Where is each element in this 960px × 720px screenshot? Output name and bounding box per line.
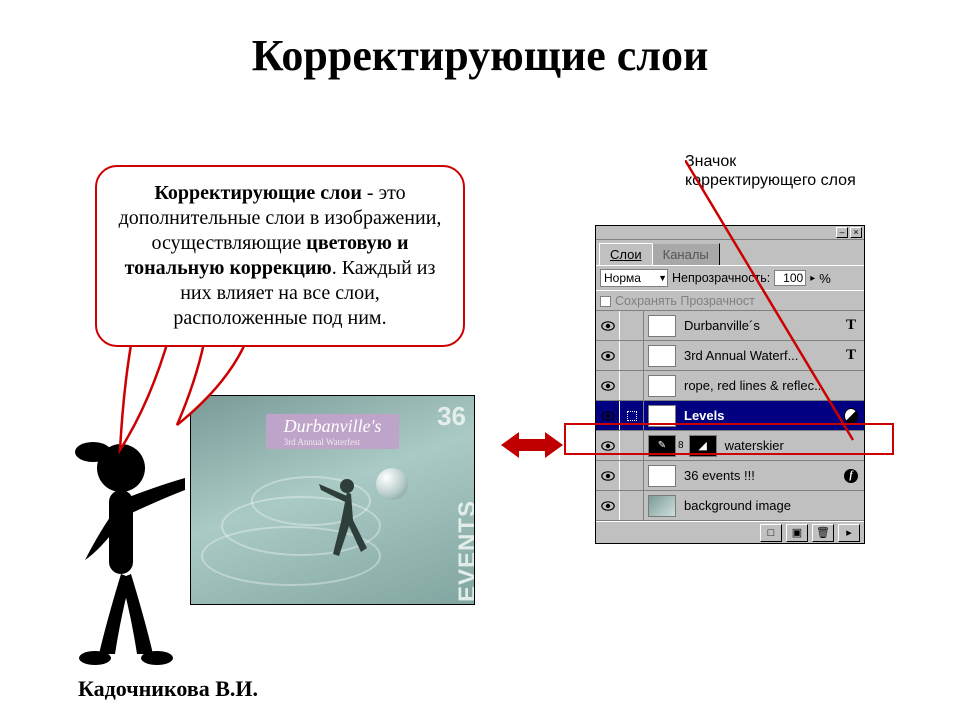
layer-row[interactable]: ✎8◢waterskier (596, 431, 864, 461)
visibility-toggle[interactable] (596, 341, 620, 370)
panel-titlebar: – × (596, 226, 864, 240)
opacity-input[interactable]: 100 (774, 270, 806, 286)
layer-row[interactable]: rope, red lines & reflec... (596, 371, 864, 401)
callout-lead: Корректирующие слои (154, 182, 362, 204)
layer-row[interactable]: background image (596, 491, 864, 521)
layer-name[interactable]: rope, red lines & reflec... (676, 378, 844, 393)
visibility-toggle[interactable] (596, 311, 620, 340)
blend-mode-select[interactable]: Норма▼ (600, 269, 668, 287)
new-mask-button[interactable]: □ (760, 524, 782, 542)
layer-thumbnail (648, 405, 676, 427)
new-layer-button[interactable]: ▣ (786, 524, 808, 542)
tab-layers[interactable]: Слои (599, 243, 653, 265)
double-arrow-icon (501, 430, 563, 460)
chevron-down-icon: ▼ (658, 273, 667, 283)
layer-name[interactable]: background image (676, 498, 844, 513)
layers-panel: – × Слои Каналы Норма▼ Непрозрачность: 1… (595, 225, 865, 544)
delete-layer-button[interactable]: 🗑 (812, 524, 834, 542)
close-button[interactable]: × (850, 227, 862, 238)
layer-row[interactable]: Durbanville´sT (596, 311, 864, 341)
visibility-toggle[interactable] (596, 431, 620, 460)
layer-thumbnail (648, 315, 676, 337)
layer-name[interactable]: 36 events !!! (676, 468, 844, 483)
link-cell[interactable] (620, 341, 644, 370)
adjustment-layer-icon (844, 408, 858, 424)
layer-thumbnail (648, 375, 676, 397)
layer-name[interactable]: Levels (676, 408, 844, 423)
visibility-toggle[interactable] (596, 401, 620, 430)
layer-badge (844, 408, 864, 424)
layer-badge: T (844, 347, 864, 364)
annotation-label: Значок корректирующего слоя (685, 152, 865, 190)
link-cell[interactable] (620, 371, 644, 400)
opacity-label: Непрозрачность: (672, 271, 770, 285)
layer-badge: T (844, 317, 864, 334)
layer-thumbnail (648, 495, 676, 517)
preview-sidetext: EVENTS (454, 500, 475, 602)
definition-callout: Корректирующие слои - это дополнительные… (95, 165, 465, 347)
layer-thumbnail (648, 465, 676, 487)
tab-channels[interactable]: Каналы (652, 243, 720, 265)
layer-row[interactable]: 3rd Annual Waterf...T (596, 341, 864, 371)
panel-menu-button[interactable]: ▸ (838, 524, 860, 542)
link-cell[interactable] (620, 461, 644, 490)
layer-row[interactable]: 36 events !!!f (596, 461, 864, 491)
link-cell[interactable] (620, 431, 644, 460)
link-cell[interactable] (620, 401, 644, 430)
link-cell[interactable] (620, 491, 644, 520)
preserve-transparency-checkbox[interactable] (600, 296, 611, 307)
preserve-transparency-label: Сохранять Прозрачност (615, 294, 755, 308)
layer-thumbnail (648, 345, 676, 367)
visibility-toggle[interactable] (596, 491, 620, 520)
layer-row[interactable]: Levels (596, 401, 864, 431)
layer-thumbnail: ✎ (648, 435, 676, 457)
opacity-slider-icon[interactable]: ▸ (810, 273, 815, 284)
minimize-button[interactable]: – (836, 227, 848, 238)
percent-label: % (819, 271, 831, 286)
link-cell[interactable] (620, 311, 644, 340)
layer-name[interactable]: Durbanville´s (676, 318, 844, 333)
layers-list: Durbanville´sT3rd Annual Waterf...Trope,… (596, 311, 864, 521)
presenter-figure (75, 430, 190, 680)
layer-mask-thumbnail: ◢ (689, 435, 717, 457)
preview-number: 36 (437, 406, 466, 427)
layer-badge: f (844, 469, 864, 483)
visibility-toggle[interactable] (596, 371, 620, 400)
layer-name[interactable]: 3rd Annual Waterf... (676, 348, 844, 363)
slide-title: Корректирующие слои (0, 30, 960, 81)
layer-name[interactable]: waterskier (717, 438, 844, 453)
visibility-toggle[interactable] (596, 461, 620, 490)
